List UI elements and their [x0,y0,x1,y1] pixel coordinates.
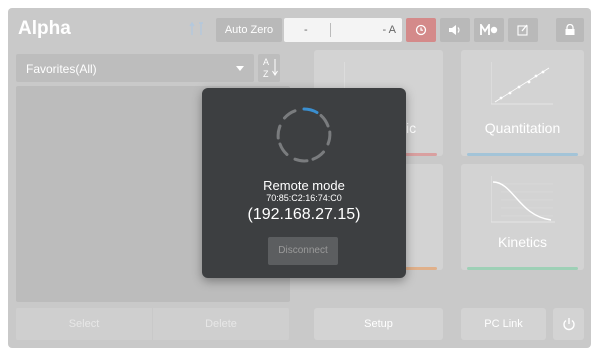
clock-button[interactable] [406,18,436,42]
mode-button[interactable] [474,18,504,42]
usb-icon [189,21,203,35]
disconnect-button[interactable]: Disconnect [268,237,338,265]
remote-mode-title: Remote mode [263,178,345,193]
favorites-label: Favorites(All) [26,62,97,76]
tile-quantitation[interactable]: Quantitation [461,50,584,156]
reading-divider [330,23,331,37]
tile-kinetics[interactable]: Kinetics [461,164,584,270]
setup-button[interactable]: Setup [314,308,443,340]
power-button[interactable] [553,308,584,340]
lock-button[interactable] [556,18,584,42]
ip-address: (192.168.27.15) [247,206,361,223]
select-button[interactable]: Select [16,308,152,340]
tile-photometric-label: ic [406,120,417,136]
app-window: Alpha Auto Zero - - A Favorites(All) A Z… [8,8,591,348]
sound-button[interactable] [440,18,470,42]
power-icon [562,318,575,331]
sort-letter-z: Z [263,69,269,79]
header: Alpha Auto Zero - - A [8,8,591,48]
pc-link-button[interactable]: PC Link [461,308,546,340]
lock-icon [565,24,575,35]
app-title: Alpha [18,18,71,39]
tile-kinetics-bar [467,267,578,270]
auto-zero-button[interactable]: Auto Zero [216,18,282,42]
linear-graph-icon [491,62,553,105]
tile-kinetics-label: Kinetics [497,234,548,250]
sort-az-button[interactable]: A Z [258,54,280,82]
delete-button[interactable]: Delete [153,308,289,340]
edit-button[interactable] [508,18,538,42]
reading-display: - - A [284,18,402,42]
tile-quantitation-label: Quantitation [484,120,561,136]
kinetics-curve-icon [491,176,555,223]
tile-quantitation-bar [467,153,578,156]
mac-address: 70:85:C2:16:74:C0 [266,193,342,203]
speaker-icon [449,25,460,35]
loading-spinner-icon [276,107,332,163]
chevron-down-icon [236,66,244,71]
remote-mode-dialog: Remote mode 70:85:C2:16:74:C0 (192.168.2… [202,88,406,278]
favorites-dropdown[interactable]: Favorites(All) [16,54,254,82]
reading-left: - [304,24,308,36]
reading-right: - A [382,24,396,36]
sort-arrow-icon [272,59,278,76]
edit-icon [517,24,528,36]
sort-letter-a: A [263,57,270,67]
clock-icon [415,24,427,36]
mode-icon [480,24,498,35]
